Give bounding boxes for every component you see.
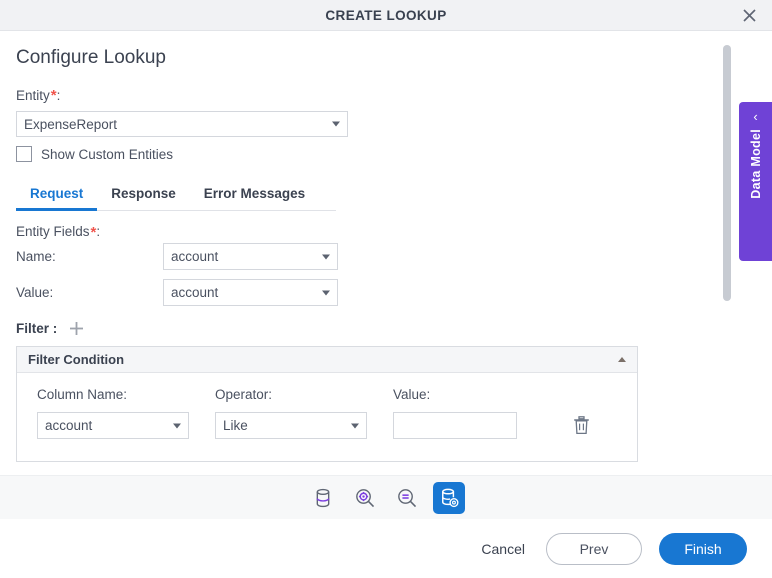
form-content: Configure Lookup Entity*: ExpenseReport … — [0, 31, 772, 162]
data-model-panel-tab[interactable]: ‹ Data Model — [739, 102, 772, 261]
search-gear-icon — [356, 488, 375, 507]
dialog-footer: Cancel Prev Finish — [0, 519, 772, 578]
entity-label: Entity — [16, 88, 50, 103]
chevron-down-icon — [173, 423, 181, 428]
entity-select-value: ExpenseReport — [24, 116, 118, 132]
entity-fields-colon: : — [96, 224, 101, 239]
scrollbar-thumb[interactable] — [723, 45, 731, 301]
name-select-value: account — [171, 249, 219, 264]
close-icon[interactable] — [736, 2, 762, 28]
search-minus-icon-button[interactable] — [391, 482, 423, 514]
tab-bar: Request Response Error Messages — [16, 178, 336, 211]
entity-fields-header: Entity Fields*: — [16, 224, 756, 241]
column-name-select-value: account — [45, 418, 93, 433]
column-name-select[interactable]: account — [37, 412, 189, 439]
create-lookup-dialog: CREATE LOOKUP Configure Lookup Entity*: … — [0, 0, 772, 578]
show-custom-entities-checkbox[interactable]: Show Custom Entities — [16, 146, 756, 162]
chevron-up-icon[interactable] — [618, 357, 626, 362]
filter-label: Filter : — [16, 321, 58, 336]
database-gear-icon — [442, 488, 459, 507]
delete-filter-condition-button[interactable] — [573, 416, 590, 435]
close-glyph — [742, 8, 756, 22]
trash-icon — [574, 416, 589, 435]
tab-error-messages[interactable]: Error Messages — [190, 178, 319, 211]
operator-select[interactable]: Like — [215, 412, 367, 439]
entity-field-value-row: Value: account — [16, 279, 756, 306]
tab-response[interactable]: Response — [97, 178, 190, 211]
chevron-down-icon — [322, 254, 330, 259]
data-model-tab-label: Data Model — [748, 129, 763, 199]
show-custom-entities-label: Show Custom Entities — [41, 146, 174, 162]
dialog-titlebar: CREATE LOOKUP — [0, 0, 772, 31]
filter-condition-header[interactable]: Filter Condition — [17, 347, 637, 373]
column-name-cell: account — [37, 412, 215, 439]
entity-select[interactable]: ExpenseReport — [16, 111, 348, 137]
search-minus-icon — [398, 488, 417, 507]
value-select-value: account — [171, 285, 219, 300]
entity-label-colon: : — [56, 88, 61, 103]
entity-fields-required-marker: * — [90, 224, 97, 241]
chevron-down-icon — [351, 423, 359, 428]
finish-button[interactable]: Finish — [659, 532, 747, 565]
operator-cell: Like — [215, 412, 393, 439]
name-label: Name: — [16, 249, 56, 264]
filter-column-labels: Column Name: Operator: Value: — [37, 387, 637, 402]
name-select[interactable]: account — [163, 243, 338, 270]
chevron-down-icon — [322, 290, 330, 295]
page-title: Configure Lookup — [16, 47, 166, 68]
entity-fields-section: Entity Fields*: Name: account Value: acc… — [16, 224, 756, 306]
operator-select-value: Like — [223, 418, 248, 433]
operator-label: Operator: — [215, 387, 273, 402]
plus-icon[interactable] — [68, 320, 85, 337]
cancel-button[interactable]: Cancel — [477, 535, 529, 563]
entity-field-name-row: Name: account — [16, 243, 756, 270]
column-name-label: Column Name: — [37, 387, 128, 402]
bottom-icon-toolbar — [0, 475, 772, 519]
entity-required-marker: * — [50, 87, 57, 104]
entity-field-group: Entity*: ExpenseReport — [16, 87, 756, 137]
entity-fields-label: Entity Fields — [16, 224, 90, 239]
database-icon-button[interactable] — [307, 482, 339, 514]
value-label: Value: — [16, 285, 54, 300]
search-gear-icon-button[interactable] — [349, 482, 381, 514]
filter-condition-title: Filter Condition — [28, 352, 125, 367]
request-tab-panel: Entity Fields*: Name: account Value: acc… — [0, 224, 772, 462]
tab-request[interactable]: Request — [16, 178, 98, 211]
chevron-left-icon: ‹ — [753, 109, 758, 124]
database-gear-icon-button[interactable] — [433, 481, 465, 514]
value-select[interactable]: account — [163, 279, 338, 306]
filter-condition-body: Column Name: Operator: Value: account Li… — [17, 373, 637, 461]
value-column-label: Value: — [393, 387, 431, 402]
database-icon — [316, 488, 330, 507]
filter-header: Filter : — [16, 320, 756, 337]
content-scrollbar[interactable] — [723, 39, 731, 467]
checkbox-box-icon — [16, 146, 32, 162]
chevron-down-icon — [332, 121, 340, 127]
filter-condition-row: account Like — [37, 412, 637, 439]
scroll-pane: Configure Lookup Entity*: ExpenseReport … — [0, 31, 772, 475]
dialog-body: Configure Lookup Entity*: ExpenseReport … — [0, 31, 772, 475]
value-cell — [393, 412, 543, 439]
dialog-title: CREATE LOOKUP — [325, 7, 447, 23]
filter-value-input[interactable] — [393, 412, 517, 439]
filter-condition-panel: Filter Condition Column Name: Operator: … — [16, 346, 638, 462]
prev-button[interactable]: Prev — [546, 532, 642, 565]
